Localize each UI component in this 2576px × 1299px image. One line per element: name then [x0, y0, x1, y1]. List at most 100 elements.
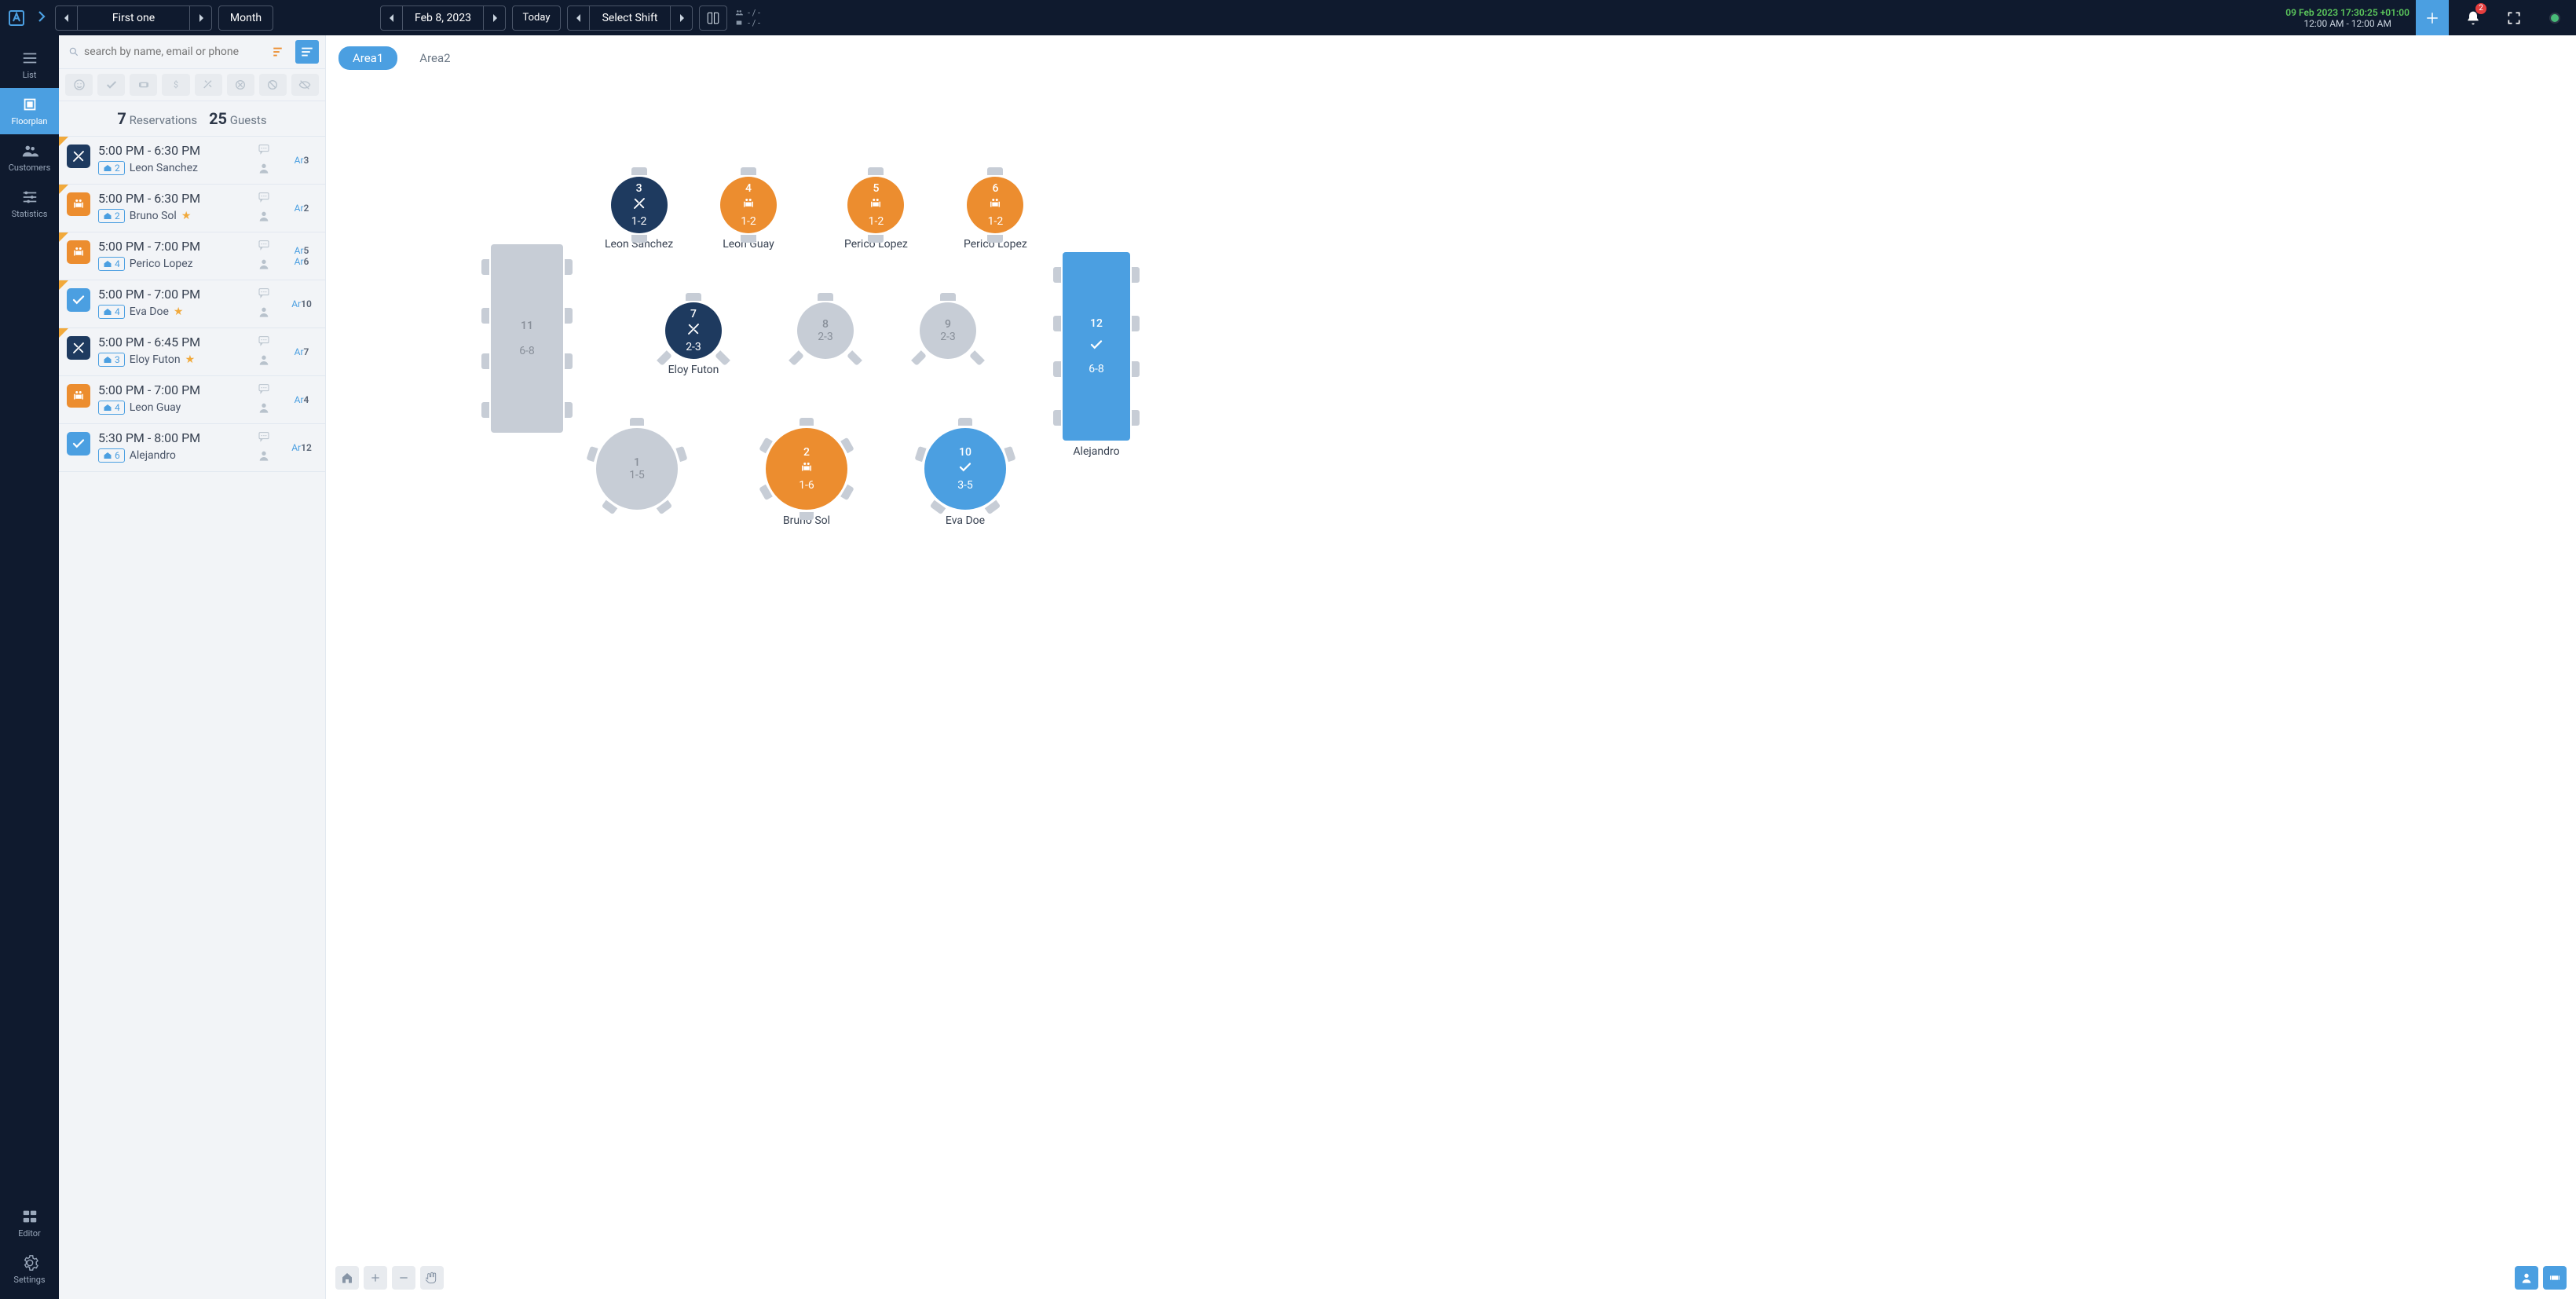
shift-selector[interactable]: Select Shift	[567, 5, 693, 31]
fullscreen-button[interactable]	[2497, 0, 2530, 35]
nav-statistics[interactable]: Statistics	[0, 181, 59, 227]
view-next-icon[interactable]	[189, 6, 211, 30]
table-number: 9	[945, 318, 951, 331]
reservation-time: 5:00 PM - 6:30 PM	[98, 191, 242, 206]
date-next-icon[interactable]	[483, 6, 505, 30]
period-selector[interactable]: Month	[218, 5, 273, 31]
top-bar: First one Month Feb 8, 2023 Today Select…	[0, 0, 2576, 35]
status-indicator	[2538, 0, 2571, 35]
zoom-out-button[interactable]	[392, 1266, 415, 1290]
floor-table[interactable]: 11-5	[596, 428, 678, 510]
floor-table[interactable]: 61-2Perico Lopez	[964, 177, 1027, 251]
floor-table[interactable]: 103-5Eva Doe	[924, 428, 1006, 527]
table-capacity: 3-5	[957, 479, 973, 492]
nav-forward-icon[interactable]	[35, 9, 49, 27]
reservation-meta	[250, 287, 278, 321]
comment-icon[interactable]	[258, 382, 270, 398]
sort-asc-button[interactable]	[267, 40, 291, 64]
nav-customers[interactable]: Customers	[0, 134, 59, 181]
reservation-item[interactable]: 5:00 PM - 6:30 PM 2 Leon Sanchez Ar3	[59, 137, 325, 185]
reservation-table: Ar7	[286, 335, 317, 369]
nav-list[interactable]: List	[0, 42, 59, 88]
filter-paid[interactable]: $	[162, 74, 189, 96]
table-mode-button[interactable]	[2543, 1266, 2567, 1290]
area-tab-1[interactable]: Area1	[338, 46, 397, 70]
chair-icon	[741, 167, 756, 175]
area-tab-2[interactable]: Area2	[405, 46, 464, 70]
reservation-panel: $ 7 Reservations 25 Guests 5:00 PM - 6:3…	[59, 35, 326, 1299]
reservation-item[interactable]: 5:00 PM - 7:00 PM 4 Perico Lopez Ar5Ar6	[59, 232, 325, 280]
search-input[interactable]	[65, 41, 262, 63]
comment-icon[interactable]	[258, 191, 270, 207]
view-selector[interactable]: First one	[55, 5, 212, 31]
floor-table[interactable]: 31-2Leon Sanchez	[605, 177, 673, 251]
floorplan-canvas[interactable]: 31-2Leon Sanchez 41-2Leon Guay 51-2Perico …	[326, 75, 2576, 1299]
guest-name: Leon Sanchez	[130, 162, 198, 174]
table-number: 7	[690, 308, 697, 320]
filter-hidden[interactable]	[291, 74, 319, 96]
table-capacity: 6-8	[1089, 363, 1104, 375]
filter-dining[interactable]	[195, 74, 222, 96]
reservation-item[interactable]: 5:00 PM - 6:30 PM 2 Bruno Sol ★ Ar2	[59, 185, 325, 232]
pan-button[interactable]	[420, 1266, 444, 1290]
view-prev-icon[interactable]	[56, 6, 78, 30]
status-icon	[67, 240, 90, 264]
home-button[interactable]	[335, 1266, 359, 1290]
floor-table[interactable]: 92-3	[920, 302, 976, 359]
status-dot-icon	[2549, 13, 2560, 24]
floor-table[interactable]: 72-3Eloy Futon	[665, 302, 722, 376]
filter-table[interactable]	[130, 74, 157, 96]
chair-icon	[958, 418, 972, 426]
shift-next-icon[interactable]	[670, 6, 692, 30]
zoom-in-button[interactable]	[364, 1266, 387, 1290]
priority-corner-icon	[59, 328, 68, 338]
chair-icon	[686, 293, 701, 301]
sort-desc-button[interactable]	[295, 40, 319, 64]
chair-icon	[1053, 361, 1061, 377]
reservation-time: 5:00 PM - 7:00 PM	[98, 382, 242, 397]
comment-icon[interactable]	[258, 430, 270, 446]
comment-icon[interactable]	[258, 143, 270, 159]
notifications-button[interactable]: 2	[2457, 0, 2490, 35]
floor-table[interactable]: 126-8Alejandro	[1063, 252, 1130, 458]
comment-icon[interactable]	[258, 335, 270, 350]
guest-name: Eva Doe	[130, 306, 169, 318]
chair-icon	[1004, 446, 1016, 462]
reservation-item[interactable]: 5:00 PM - 6:45 PM 3 Eloy Futon ★ Ar7	[59, 328, 325, 376]
comment-icon[interactable]	[258, 287, 270, 302]
filter-noshow[interactable]	[259, 74, 287, 96]
person-mode-button[interactable]	[2515, 1266, 2538, 1290]
chair-icon	[847, 350, 862, 366]
chair-icon	[565, 402, 573, 418]
app-logo[interactable]	[5, 6, 28, 30]
date-selector[interactable]: Feb 8, 2023	[380, 5, 506, 31]
reservation-item[interactable]: 5:00 PM - 7:00 PM 4 Leon Guay Ar4	[59, 376, 325, 424]
nav-floorplan[interactable]: Floorplan	[0, 88, 59, 134]
book-button[interactable]	[699, 5, 727, 31]
floor-table[interactable]: 82-3	[797, 302, 854, 359]
reservation-item[interactable]: 5:00 PM - 7:00 PM 4 Eva Doe ★ Ar10	[59, 280, 325, 328]
table-status-icon	[741, 196, 756, 214]
clock: 09 Feb 2023 17:30:25 +01:00 12:00 AM - 1…	[2285, 7, 2410, 29]
floor-table[interactable]: 21-6Bruno Sol	[766, 428, 847, 527]
today-button[interactable]: Today	[512, 5, 561, 31]
floor-table[interactable]: 51-2Perico Lopez	[844, 177, 908, 251]
table-capacity: 1-2	[631, 215, 647, 228]
filter-check[interactable]	[97, 74, 125, 96]
filter-cancelled[interactable]	[227, 74, 254, 96]
shift-prev-icon[interactable]	[568, 6, 590, 30]
nav-editor[interactable]: Editor	[0, 1200, 59, 1246]
chair-icon	[676, 446, 688, 462]
reservation-item[interactable]: 5:30 PM - 8:00 PM 6 Alejandro Ar12	[59, 424, 325, 472]
date-prev-icon[interactable]	[381, 6, 403, 30]
priority-corner-icon	[59, 232, 68, 242]
canvas-toolbar-left	[335, 1266, 444, 1290]
floor-table[interactable]: 116-8	[491, 244, 563, 433]
add-button[interactable]	[2416, 0, 2449, 35]
chair-icon	[1132, 410, 1140, 426]
nav-settings[interactable]: Settings	[0, 1246, 59, 1293]
chair-icon	[911, 350, 927, 366]
comment-icon[interactable]	[258, 239, 270, 254]
filter-smile[interactable]	[65, 74, 93, 96]
floor-table[interactable]: 41-2Leon Guay	[720, 177, 777, 251]
